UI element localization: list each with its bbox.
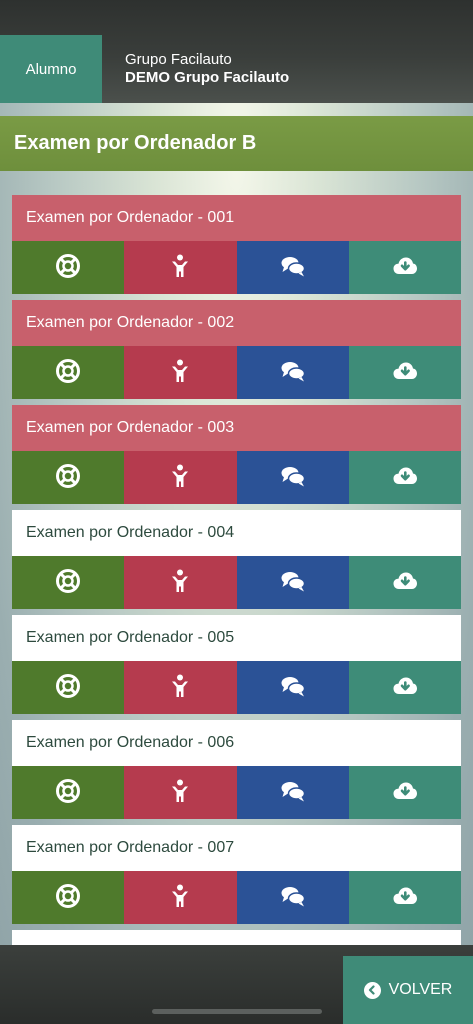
group-name: DEMO Grupo Facilauto <box>125 69 290 86</box>
group-label: Grupo Facilauto <box>125 51 232 68</box>
help-button[interactable] <box>12 451 125 504</box>
student-button[interactable] <box>124 346 237 399</box>
exam-card: Examen por Ordenador - 003 <box>12 405 461 504</box>
person-icon <box>167 358 193 387</box>
exam-actions <box>12 451 461 504</box>
cloud-download-icon <box>392 358 418 387</box>
help-button[interactable] <box>12 766 125 819</box>
group-info: Grupo Facilauto DEMO Grupo Facilauto <box>125 51 289 87</box>
exam-title[interactable]: Examen por Ordenador - 003 <box>12 405 461 451</box>
comments-button[interactable] <box>236 346 349 399</box>
student-button[interactable] <box>124 661 237 714</box>
exam-actions <box>12 871 461 924</box>
help-button[interactable] <box>12 346 125 399</box>
chat-bubbles-icon <box>280 463 306 492</box>
alumno-tab[interactable]: Alumno <box>0 35 102 103</box>
lifebuoy-icon <box>55 673 81 702</box>
person-icon <box>167 463 193 492</box>
exam-card: Examen por Ordenador - 004 <box>12 510 461 609</box>
chat-bubbles-icon <box>280 778 306 807</box>
download-button[interactable] <box>348 346 461 399</box>
cloud-download-icon <box>392 253 418 282</box>
person-icon <box>167 253 193 282</box>
exam-title[interactable]: Examen por Ordenador - 002 <box>12 300 461 346</box>
student-button[interactable] <box>124 241 237 294</box>
back-button-label: VOLVER <box>388 981 453 998</box>
exam-actions <box>12 241 461 294</box>
lifebuoy-icon <box>55 778 81 807</box>
help-button[interactable] <box>12 556 125 609</box>
cloud-download-icon <box>392 568 418 597</box>
help-button[interactable] <box>12 661 125 714</box>
download-button[interactable] <box>348 871 461 924</box>
exam-title[interactable]: Examen por Ordenador - 001 <box>12 195 461 241</box>
person-icon <box>167 673 193 702</box>
chat-bubbles-icon <box>280 673 306 702</box>
exam-card: Examen por Ordenador - 005 <box>12 615 461 714</box>
comments-button[interactable] <box>236 451 349 504</box>
exam-list[interactable]: Examen por Ordenador - 001 Examen por Ord… <box>12 195 461 945</box>
person-icon <box>167 883 193 912</box>
exam-card: Examen por Ordenador - 001 <box>12 195 461 294</box>
cloud-download-icon <box>392 883 418 912</box>
comments-button[interactable] <box>236 556 349 609</box>
lifebuoy-icon <box>55 883 81 912</box>
download-button[interactable] <box>348 556 461 609</box>
download-button[interactable] <box>348 241 461 294</box>
exam-card: Examen por Ordenador - 006 <box>12 720 461 819</box>
exam-actions <box>12 556 461 609</box>
download-button[interactable] <box>348 451 461 504</box>
help-button[interactable] <box>12 241 125 294</box>
page-title: Examen por Ordenador B <box>0 116 473 171</box>
cloud-download-icon <box>392 778 418 807</box>
person-icon <box>167 778 193 807</box>
home-indicator <box>152 1009 322 1014</box>
chat-bubbles-icon <box>280 883 306 912</box>
cloud-download-icon <box>392 463 418 492</box>
lifebuoy-icon <box>55 253 81 282</box>
exam-title[interactable]: Examen por Ordenador - 007 <box>12 825 461 871</box>
comments-button[interactable] <box>236 871 349 924</box>
person-icon <box>167 568 193 597</box>
student-button[interactable] <box>124 766 237 819</box>
exam-title[interactable]: Examen por Ordenador - 006 <box>12 720 461 766</box>
exam-card-partial <box>12 930 461 945</box>
comments-button[interactable] <box>236 661 349 714</box>
chat-bubbles-icon <box>280 253 306 282</box>
comments-button[interactable] <box>236 766 349 819</box>
exam-title[interactable]: Examen por Ordenador - 005 <box>12 615 461 661</box>
student-button[interactable] <box>124 556 237 609</box>
cloud-download-icon <box>392 673 418 702</box>
exam-card: Examen por Ordenador - 007 <box>12 825 461 924</box>
exam-actions <box>12 661 461 714</box>
chat-bubbles-icon <box>280 358 306 387</box>
back-button[interactable]: VOLVER <box>343 956 473 1024</box>
exam-title[interactable]: Examen por Ordenador - 004 <box>12 510 461 556</box>
lifebuoy-icon <box>55 568 81 597</box>
exam-card: Examen por Ordenador - 002 <box>12 300 461 399</box>
download-button[interactable] <box>348 766 461 819</box>
download-button[interactable] <box>348 661 461 714</box>
comments-button[interactable] <box>236 241 349 294</box>
student-button[interactable] <box>124 451 237 504</box>
chat-bubbles-icon <box>280 568 306 597</box>
exam-actions <box>12 346 461 399</box>
lifebuoy-icon <box>55 463 81 492</box>
lifebuoy-icon <box>55 358 81 387</box>
chevron-left-icon <box>363 981 381 999</box>
help-button[interactable] <box>12 871 125 924</box>
student-button[interactable] <box>124 871 237 924</box>
exam-actions <box>12 766 461 819</box>
